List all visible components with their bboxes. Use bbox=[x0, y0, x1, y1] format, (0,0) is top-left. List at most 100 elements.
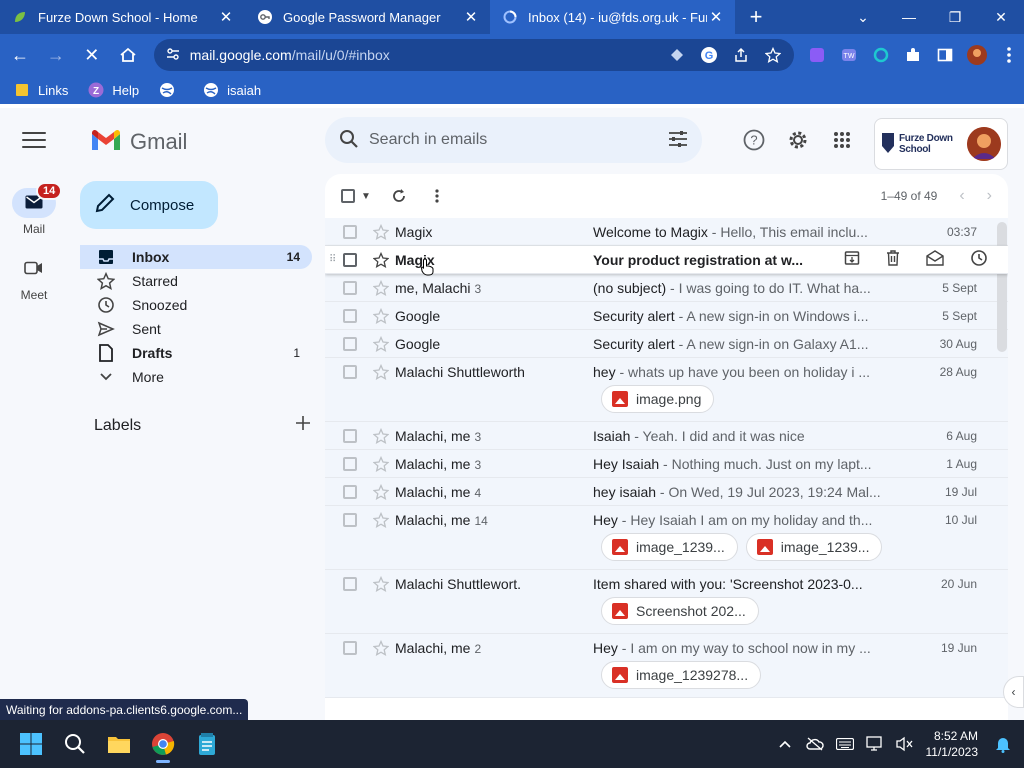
settings-gear-icon[interactable] bbox=[786, 128, 810, 152]
close-icon[interactable]: ✕ bbox=[217, 8, 235, 26]
star-icon[interactable] bbox=[373, 335, 389, 352]
star-icon[interactable] bbox=[373, 223, 389, 240]
profile-avatar[interactable] bbox=[962, 40, 992, 70]
attachment-chip[interactable]: image_1239... bbox=[601, 533, 738, 561]
search-options-icon[interactable] bbox=[668, 130, 688, 151]
row-checkbox[interactable] bbox=[343, 428, 357, 443]
email-row[interactable]: Magix Welcome to Magix - Hello, This ema… bbox=[325, 218, 1008, 246]
more-vert-icon[interactable] bbox=[427, 186, 447, 206]
row-checkbox[interactable] bbox=[343, 308, 357, 323]
row-checkbox[interactable] bbox=[343, 512, 357, 527]
email-row[interactable]: Malachi, me 2 Hey - I am on my way to sch… bbox=[325, 634, 1008, 698]
row-checkbox[interactable] bbox=[343, 456, 357, 471]
nav-inbox[interactable]: Inbox 14 bbox=[80, 245, 312, 269]
email-row[interactable]: Malachi, me 4 hey isaiah - On Wed, 19 Jul… bbox=[325, 478, 1008, 506]
select-dropdown-icon[interactable]: ▼ bbox=[361, 191, 371, 202]
star-icon[interactable] bbox=[373, 455, 389, 472]
back-arrow-icon[interactable]: ← bbox=[4, 39, 36, 71]
star-icon[interactable] bbox=[373, 639, 389, 656]
email-row[interactable]: Google Security alert - A new sign-in on… bbox=[325, 330, 1008, 358]
extension-refresh-icon[interactable] bbox=[866, 40, 896, 70]
speaker-muted-icon[interactable] bbox=[890, 736, 920, 752]
mark-as-read-icon[interactable] bbox=[926, 250, 944, 269]
extension-purple-icon[interactable] bbox=[802, 40, 832, 70]
close-icon[interactable]: ✕ bbox=[707, 8, 725, 26]
attachment-chip[interactable]: image_1239278... bbox=[601, 661, 762, 689]
share-icon[interactable] bbox=[732, 46, 750, 64]
apps-grid-icon[interactable] bbox=[830, 128, 854, 152]
bookmark-isaiah[interactable]: isaiah bbox=[203, 82, 261, 98]
tab-password-manager[interactable]: Google Password Manager ✕ bbox=[245, 0, 490, 34]
snooze-clock-icon[interactable] bbox=[970, 249, 988, 270]
search-icon[interactable] bbox=[339, 129, 359, 152]
row-checkbox[interactable] bbox=[343, 336, 357, 351]
delete-trash-icon[interactable] bbox=[886, 250, 900, 269]
new-tab-button[interactable]: + bbox=[741, 0, 771, 34]
extension-teams-icon[interactable]: TW bbox=[834, 40, 864, 70]
nav-more[interactable]: More bbox=[80, 365, 312, 389]
tab-furze-down-home[interactable]: Furze Down School - Home ✕ bbox=[0, 0, 245, 34]
restore-icon[interactable]: ❐ bbox=[932, 0, 978, 34]
email-row[interactable]: Malachi, me 3 Isaiah - Yeah. I did and it… bbox=[325, 422, 1008, 450]
attachment-chip[interactable]: image_1239... bbox=[745, 533, 883, 561]
forward-arrow-icon[interactable]: → bbox=[40, 39, 72, 71]
help-icon[interactable]: ? bbox=[742, 128, 766, 152]
star-icon[interactable] bbox=[373, 251, 389, 268]
email-row[interactable]: Malachi Shuttlewort. Item shared with yo… bbox=[325, 570, 1008, 634]
network-display-icon[interactable] bbox=[860, 736, 890, 752]
drag-handle-icon[interactable]: ⠿ bbox=[329, 254, 339, 265]
prev-page-icon[interactable]: ‹ bbox=[959, 187, 964, 205]
select-all-checkbox[interactable] bbox=[341, 189, 355, 203]
tab-inbox[interactable]: Inbox (14) - iu@fds.org.uk - Furz ✕ bbox=[490, 0, 735, 34]
nav-sent[interactable]: Sent bbox=[80, 317, 312, 341]
compose-button[interactable]: Compose bbox=[80, 181, 218, 229]
main-menu-icon[interactable] bbox=[22, 132, 46, 150]
row-checkbox[interactable] bbox=[343, 224, 357, 239]
star-icon[interactable] bbox=[373, 307, 389, 324]
next-page-icon[interactable]: › bbox=[987, 187, 992, 205]
notification-bell-icon[interactable] bbox=[988, 735, 1018, 753]
search-input[interactable] bbox=[369, 131, 668, 149]
google-icon[interactable]: G bbox=[700, 46, 718, 64]
add-label-plus-icon[interactable] bbox=[296, 416, 310, 435]
notepad-icon[interactable] bbox=[186, 723, 228, 765]
row-checkbox[interactable] bbox=[343, 484, 357, 499]
nav-drafts[interactable]: Drafts 1 bbox=[80, 341, 312, 365]
windows-start-icon[interactable] bbox=[10, 723, 52, 765]
cloud-icon[interactable] bbox=[800, 737, 830, 751]
side-panel-icon[interactable] bbox=[930, 40, 960, 70]
rail-meet[interactable]: Meet bbox=[0, 254, 68, 302]
chevron-down-icon[interactable]: ⌄ bbox=[840, 0, 886, 34]
refresh-icon[interactable] bbox=[389, 186, 409, 206]
email-row-hovered[interactable]: ⠿ Magix Your product registration at w..… bbox=[325, 246, 1008, 276]
taskbar-search-icon[interactable] bbox=[54, 723, 96, 765]
scrollbar-thumb[interactable] bbox=[997, 222, 1007, 352]
show-hidden-icons-chevron-icon[interactable] bbox=[770, 740, 800, 748]
minimize-icon[interactable]: — bbox=[886, 0, 932, 34]
archive-icon[interactable] bbox=[844, 250, 860, 269]
email-row[interactable]: Malachi, me 3 Hey Isaiah - Nothing much. … bbox=[325, 450, 1008, 478]
row-checkbox[interactable] bbox=[343, 252, 357, 267]
gmail-logo[interactable]: Gmail bbox=[90, 128, 187, 155]
kebab-menu-icon[interactable] bbox=[994, 40, 1024, 70]
home-icon[interactable] bbox=[112, 39, 144, 71]
taskbar-clock[interactable]: 8:52 AM 11/1/2023 bbox=[926, 728, 979, 760]
bookmark-links[interactable]: Links bbox=[14, 82, 68, 98]
row-checkbox[interactable] bbox=[343, 576, 357, 591]
email-row[interactable]: Malachi, me 14 Hey - Hey Isaiah I am on m… bbox=[325, 506, 1008, 570]
row-checkbox[interactable] bbox=[343, 364, 357, 379]
attachment-chip[interactable]: Screenshot 202... bbox=[601, 597, 759, 625]
star-icon[interactable] bbox=[373, 427, 389, 444]
bookmark-help[interactable]: Z Help bbox=[88, 82, 139, 98]
close-window-icon[interactable]: ✕ bbox=[978, 0, 1024, 34]
star-icon[interactable] bbox=[373, 483, 389, 500]
row-checkbox[interactable] bbox=[343, 640, 357, 655]
bookmark-globe[interactable] bbox=[159, 82, 183, 98]
stop-loading-icon[interactable]: ✕ bbox=[76, 39, 108, 71]
site-info-icon[interactable] bbox=[166, 47, 180, 64]
star-icon[interactable] bbox=[373, 279, 389, 296]
star-icon[interactable] bbox=[373, 575, 389, 592]
row-checkbox[interactable] bbox=[343, 280, 357, 295]
rail-mail[interactable]: 14 Mail bbox=[0, 182, 68, 236]
star-icon[interactable] bbox=[373, 363, 389, 380]
